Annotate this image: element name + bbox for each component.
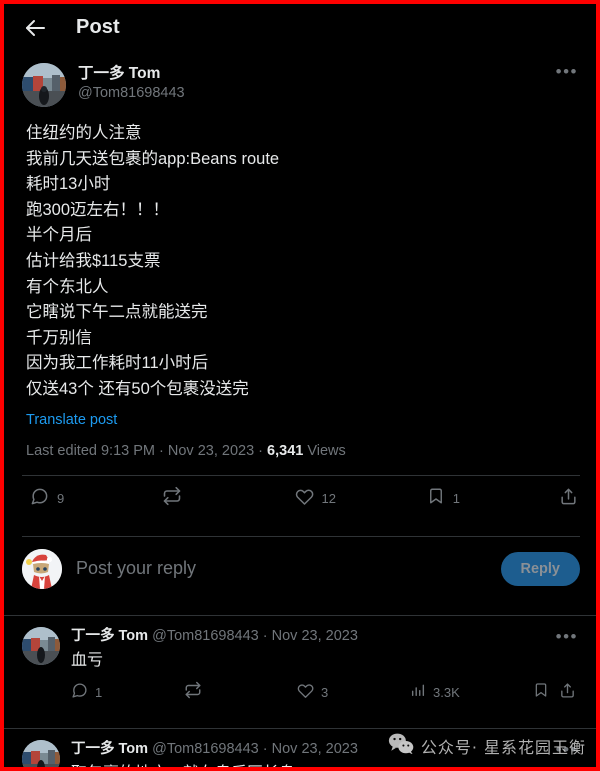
post-text-line: 半个月后 <box>26 226 92 245</box>
reply-action[interactable]: 1 <box>71 682 184 704</box>
bookmark-action[interactable] <box>533 682 549 703</box>
heart-icon <box>297 682 314 704</box>
views-action[interactable]: 3.3K <box>410 682 523 703</box>
bookmark-icon <box>533 682 549 703</box>
reply-display-name[interactable]: 丁一多 Tom <box>71 741 148 757</box>
post-text-line: 它瞎说下午二点就能送完 <box>26 303 208 322</box>
street-photo-avatar <box>22 739 60 767</box>
last-edited-label: Last edited <box>26 442 101 459</box>
avatar[interactable] <box>22 626 60 665</box>
post-date: Nov 23, 2023 <box>167 442 255 459</box>
avatar[interactable] <box>22 548 62 589</box>
reply-input[interactable]: Post your reply <box>76 558 487 579</box>
reply-author-row: 丁一多 Tom @Tom81698443 · Nov 23, 2023 <box>71 740 580 759</box>
bookmark-count: 1 <box>452 490 460 506</box>
anime-santa-avatar <box>22 548 62 589</box>
post-author-row: 丁一多 Tom @Tom81698443 ••• <box>4 51 596 107</box>
comment-icon <box>30 487 49 511</box>
share-action[interactable] <box>559 487 578 511</box>
bookmark-icon <box>427 487 445 510</box>
views-count: 6,341 <box>267 442 304 459</box>
reply-composer: Post your reply Reply <box>4 537 596 601</box>
app-header: Post <box>4 4 596 51</box>
post-metadata: Last edited 9:13 PM · Nov 23, 2023 · 6,3… <box>4 429 596 461</box>
avatar[interactable] <box>22 63 66 107</box>
street-photo-avatar <box>22 63 66 107</box>
more-options-button[interactable]: ••• <box>556 628 578 645</box>
analytics-icon <box>410 682 426 703</box>
like-action[interactable]: 3 <box>297 682 410 704</box>
post-text-line: 我前几天送包裹的app:Beans route <box>26 149 280 168</box>
reply-display-name[interactable]: 丁一多 Tom <box>71 628 148 644</box>
page-title: Post <box>76 16 120 38</box>
author-handle[interactable]: @Tom81698443 <box>78 83 185 103</box>
reply-date: Nov 23, 2023 <box>271 627 358 644</box>
post-text-line: 仅送43个 还有50个包裹没送完 <box>26 379 249 398</box>
translate-post-link[interactable]: Translate post <box>26 411 117 429</box>
arrow-left-icon <box>24 18 46 38</box>
reply-action-bar: 1 3 3.3K <box>71 674 580 712</box>
heart-icon <box>295 487 314 511</box>
reply-date: Nov 23, 2023 <box>271 740 358 757</box>
reply-separator: · <box>258 740 272 757</box>
list-item: ••• 丁一多 Tom @Tom81698443 · N <box>4 729 596 767</box>
post-time: 9:13 PM <box>100 442 155 459</box>
more-options-button[interactable]: ••• <box>556 63 578 80</box>
bookmark-action[interactable]: 1 <box>427 487 559 510</box>
views-count: 3.3K <box>433 684 460 700</box>
like-count: 12 <box>321 490 336 506</box>
post-text-line: 住纽约的人注意 <box>26 124 142 142</box>
post-body: 住纽约的人注意 我前几天送包裹的app:Beans route 耗时13小时 跑… <box>4 107 596 429</box>
like-action[interactable]: 12 <box>295 487 427 511</box>
author-display-name[interactable]: 丁一多 Tom <box>78 64 185 83</box>
list-item: ••• 丁一多 Tom @Tom81698443 · N <box>4 616 596 714</box>
repost-icon <box>184 681 202 704</box>
repost-icon <box>162 486 182 511</box>
back-button[interactable] <box>22 15 48 41</box>
post-text-line: 估计给我$115支票 <box>26 251 161 270</box>
reply-button[interactable]: Reply <box>500 551 580 586</box>
author-names: 丁一多 Tom @Tom81698443 <box>78 63 185 103</box>
meta-separator: · <box>254 442 268 459</box>
views-label: Views <box>303 442 346 459</box>
like-count: 3 <box>321 684 329 700</box>
reply-separator: · <box>258 627 272 644</box>
post-detail-screen: Post 丁一多 Tom @Tom81698443 ••• 住纽约的人注意 我前… <box>4 4 596 767</box>
post-text-line: 因为我工作耗时11小时后 <box>26 354 209 373</box>
reply-author-row: 丁一多 Tom @Tom81698443 · Nov 23, 2023 <box>71 627 580 646</box>
reply-action[interactable]: 9 <box>30 487 162 511</box>
post-text-line: 有个东北人 <box>26 277 109 296</box>
post-text-line: 跑300迈左右！！！ <box>26 200 170 219</box>
post-text-line: 千万别信 <box>26 328 92 347</box>
reply-count: 9 <box>57 490 65 506</box>
meta-separator: · <box>154 442 168 459</box>
reply-text: 取包裹的地方，就在皇后区长岛。 <box>71 762 580 767</box>
street-photo-avatar <box>22 626 60 665</box>
share-icon <box>559 682 576 704</box>
post-action-bar: 9 12 1 <box>4 476 596 522</box>
reply-handle[interactable]: @Tom81698443 <box>152 741 259 757</box>
reply-text: 血亏 <box>71 651 104 669</box>
share-action[interactable] <box>559 682 576 704</box>
more-options-button[interactable]: ••• <box>556 741 578 758</box>
repost-action[interactable] <box>184 681 297 704</box>
comment-icon <box>71 682 88 704</box>
share-icon <box>559 487 578 511</box>
avatar[interactable] <box>22 739 60 767</box>
repost-action[interactable] <box>162 486 294 511</box>
reply-count: 1 <box>95 684 103 700</box>
reply-handle[interactable]: @Tom81698443 <box>152 628 259 644</box>
post-text-line: 耗时13小时 <box>26 175 111 194</box>
